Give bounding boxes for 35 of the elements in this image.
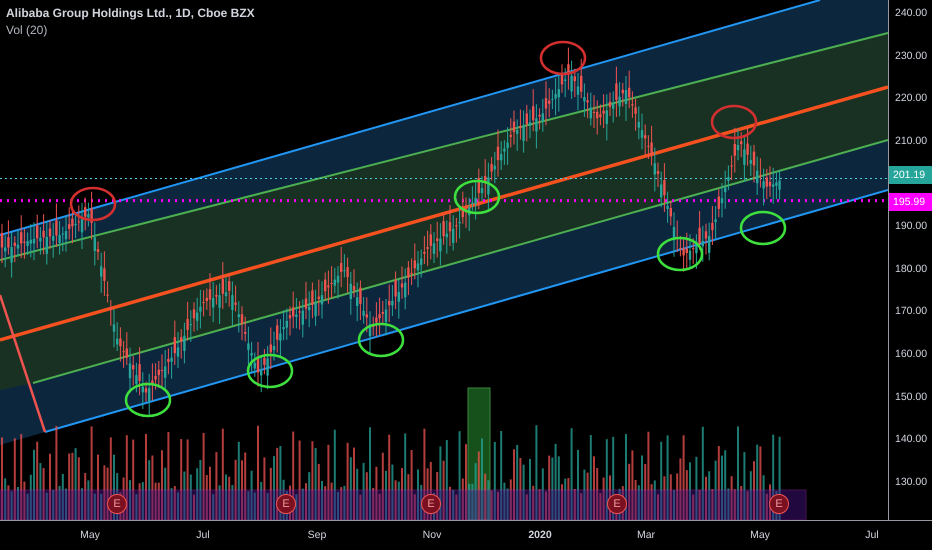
price-tick: 170.00 [895,304,928,320]
highlight-ring [540,40,586,76]
highlight-ring [124,382,172,418]
price-tick: 180.00 [895,262,928,277]
price-tick: 240.00 [895,6,928,21]
chart-title: Alibaba Group Holdings Ltd., 1D, Cboe BZX [6,6,255,20]
earnings-marker[interactable]: E [421,494,441,514]
time-tick: Jul [864,529,880,541]
time-tick: Jul [195,529,211,541]
time-tick: May [79,529,101,541]
earnings-marker[interactable]: E [769,494,789,514]
highlight-ring [740,210,786,246]
highlight-ring [358,322,404,358]
time-tick: Nov [422,529,442,541]
highlight-ring [454,180,500,214]
price-tick: 190.00 [895,219,928,234]
earnings-marker[interactable]: E [276,494,296,514]
highlight-ring [656,236,704,272]
price-tick: 130.00 [895,475,928,490]
price-label: 201.19 [889,166,932,184]
price-tick: 160.00 [895,347,928,362]
time-tick: May [749,529,771,541]
price-tick: 150.00 [895,390,928,405]
time-tick: 2020 [527,529,553,541]
price-label: 195.99 [889,192,932,211]
highlight-ring [710,104,758,140]
price-tick: 220.00 [895,91,928,106]
time-tick: Mar [636,529,656,541]
price-tick: 230.00 [895,48,928,64]
time-tick: Sep [306,529,328,541]
highlight-ring [246,354,294,388]
volume-indicator-label: Vol (20) [6,23,48,37]
highlight-ring [70,186,116,222]
price-tick: 210.00 [895,134,928,149]
price-tick: 140.00 [895,432,928,448]
